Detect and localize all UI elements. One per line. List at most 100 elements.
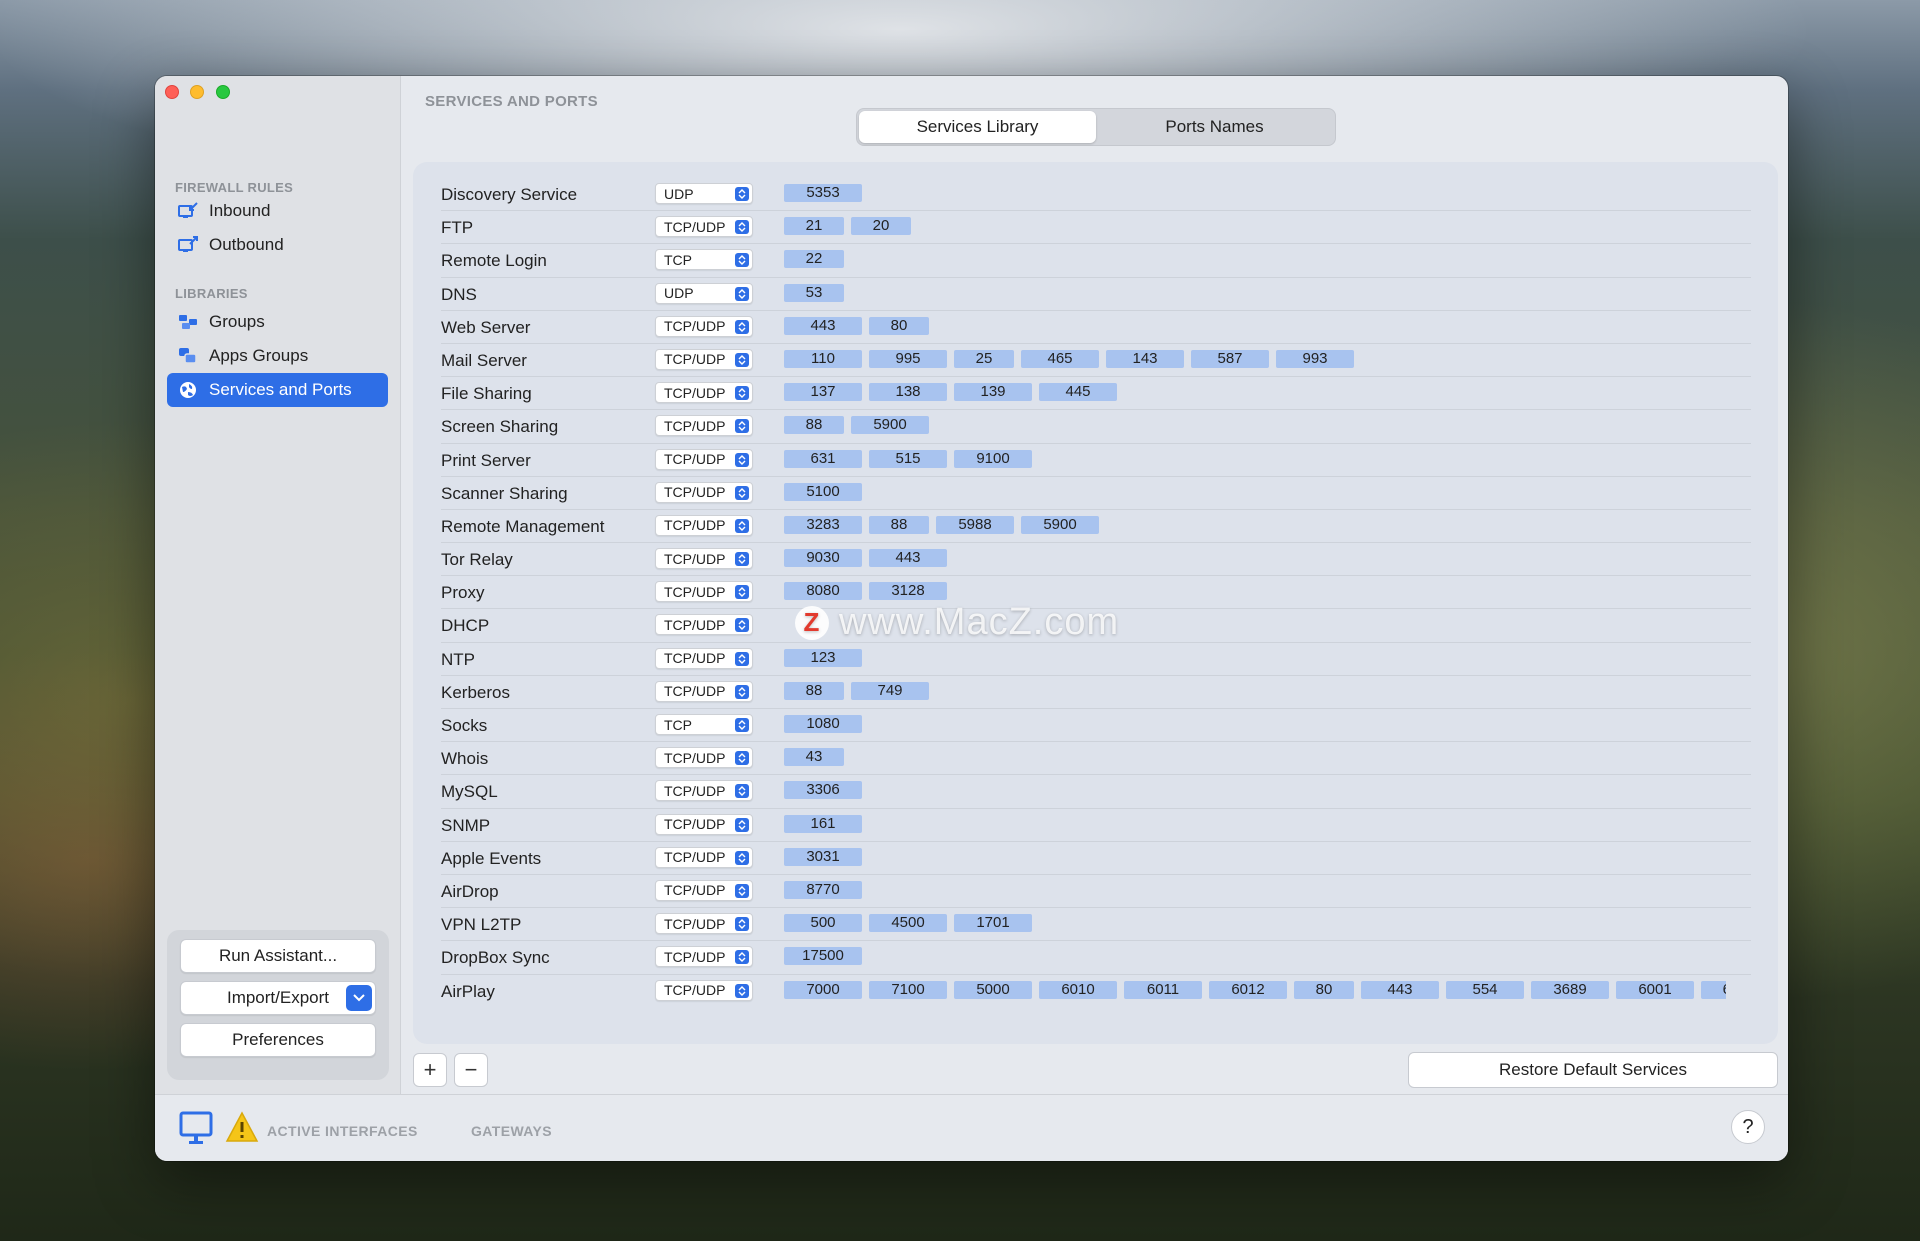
port-chip[interactable]: 17500 — [784, 947, 862, 966]
sidebar-item-services-and-ports[interactable]: Services and Ports — [167, 373, 388, 407]
table-row[interactable]: Discovery Service UDP 5353 — [441, 178, 1751, 212]
table-row[interactable]: Web Server TCP/UDP 443 80 — [441, 311, 1751, 344]
protocol-select[interactable]: TCP/UDP — [655, 548, 753, 570]
warning-icon[interactable] — [225, 1111, 259, 1148]
port-chip[interactable]: 554 — [1446, 980, 1524, 999]
table-row[interactable]: Remote Management TCP/UDP 3283 88 5988 5900 — [441, 510, 1751, 544]
port-chip[interactable]: 4500 — [869, 914, 947, 933]
port-chip[interactable]: 22 — [784, 250, 844, 269]
protocol-select[interactable]: TCP/UDP — [655, 747, 753, 769]
sidebar-item-apps-groups[interactable]: Apps Groups — [167, 339, 388, 373]
protocol-select[interactable]: UDP — [655, 183, 753, 204]
table-row[interactable]: Print Server TCP/UDP 631 515 9100 — [441, 444, 1751, 477]
port-chip[interactable]: 993 — [1276, 349, 1354, 368]
protocol-select[interactable]: TCP/UDP — [655, 813, 753, 835]
port-chip[interactable]: 3689 — [1531, 980, 1609, 999]
port-chip[interactable]: 161 — [784, 814, 862, 833]
port-chip[interactable]: 6010 — [1039, 980, 1117, 999]
port-chip[interactable]: 749 — [851, 681, 929, 700]
tab-ports-names[interactable]: Ports Names — [1096, 111, 1333, 143]
close-window-button[interactable] — [165, 85, 179, 99]
sidebar-item-outbound[interactable]: Outbound — [167, 228, 388, 262]
zoom-window-button[interactable] — [216, 85, 230, 99]
protocol-select[interactable]: TCP/UDP — [655, 415, 753, 437]
port-chip[interactable]: 443 — [869, 549, 947, 568]
port-chip[interactable]: 515 — [869, 449, 947, 468]
table-row[interactable]: SNMP TCP/UDP 161 — [441, 809, 1751, 842]
port-chip[interactable]: 88 — [784, 416, 844, 435]
protocol-select[interactable]: TCP/UDP — [655, 647, 753, 669]
table-row[interactable]: Mail Server TCP/UDP 110 995 25 465 143 587 993 — [441, 344, 1751, 378]
port-chip[interactable]: 5353 — [784, 184, 862, 202]
table-row[interactable]: FTP TCP/UDP 21 20 — [441, 211, 1751, 245]
table-row[interactable]: VPN L2TP TCP/UDP 500 4500 1701 — [441, 908, 1751, 942]
protocol-select[interactable]: TCP/UDP — [655, 614, 753, 636]
protocol-select[interactable]: TCP/UDP — [655, 382, 753, 404]
port-chip[interactable]: 6011 — [1124, 980, 1202, 999]
table-row[interactable]: Socks TCP 1080 — [441, 709, 1751, 743]
port-chip[interactable]: 7100 — [869, 980, 947, 999]
protocol-select[interactable]: TCP/UDP — [655, 913, 753, 935]
port-chip[interactable]: 21 — [784, 217, 844, 236]
protocol-select[interactable]: TCP/UDP — [655, 216, 753, 238]
port-chip[interactable]: 43 — [784, 748, 844, 767]
port-chip[interactable]: 1701 — [954, 914, 1032, 933]
port-chip[interactable]: 5000 — [954, 980, 1032, 999]
table-row[interactable]: NTP TCP/UDP 123 — [441, 643, 1751, 676]
protocol-select[interactable]: TCP/UDP — [655, 581, 753, 603]
port-chip[interactable]: 139 — [954, 383, 1032, 402]
port-chip[interactable]: 60 — [1701, 980, 1726, 999]
table-row[interactable]: Remote Login TCP 22 — [441, 244, 1751, 278]
port-chip[interactable]: 465 — [1021, 349, 1099, 368]
port-chip[interactable]: 110 — [784, 349, 862, 368]
port-chip[interactable]: 20 — [851, 217, 911, 236]
sidebar-item-inbound[interactable]: Inbound — [167, 194, 388, 228]
port-chip[interactable]: 3031 — [784, 847, 862, 866]
port-chip[interactable]: 1080 — [784, 715, 862, 733]
restore-default-services-button[interactable]: Restore Default Services — [1408, 1052, 1778, 1088]
minimize-window-button[interactable] — [190, 85, 204, 99]
protocol-select[interactable]: TCP/UDP — [655, 315, 753, 337]
table-row[interactable]: Apple Events TCP/UDP 3031 — [441, 842, 1751, 875]
port-chip[interactable]: 8080 — [784, 582, 862, 601]
port-chip[interactable]: 631 — [784, 449, 862, 468]
run-assistant-button[interactable]: Run Assistant... — [180, 939, 376, 973]
remove-service-button[interactable]: − — [454, 1053, 488, 1087]
protocol-select[interactable]: TCP/UDP — [655, 979, 753, 1001]
protocol-select[interactable]: TCP/UDP — [655, 680, 753, 702]
protocol-select[interactable]: TCP/UDP — [655, 879, 753, 901]
table-row[interactable]: Screen Sharing TCP/UDP 88 5900 — [441, 410, 1751, 444]
port-chip[interactable]: 3283 — [784, 515, 862, 534]
port-chip[interactable]: 3128 — [869, 582, 947, 601]
monitor-icon[interactable] — [179, 1111, 213, 1152]
table-row[interactable]: Scanner Sharing TCP/UDP 5100 — [441, 477, 1751, 510]
port-chip[interactable]: 9030 — [784, 549, 862, 568]
port-chip[interactable]: 137 — [784, 383, 862, 402]
port-chip[interactable]: 5900 — [1021, 515, 1099, 534]
table-row[interactable]: Kerberos TCP/UDP 88 749 — [441, 676, 1751, 709]
port-chip[interactable]: 138 — [869, 383, 947, 402]
table-row[interactable]: Tor Relay TCP/UDP 9030 443 — [441, 543, 1751, 577]
port-chip[interactable]: 587 — [1191, 349, 1269, 368]
port-chip[interactable]: 6001 — [1616, 980, 1694, 999]
table-row[interactable]: Whois TCP/UDP 43 — [441, 742, 1751, 776]
protocol-select[interactable]: TCP/UDP — [655, 780, 753, 802]
active-interfaces-label[interactable]: ACTIVE INTERFACES — [267, 1123, 418, 1139]
port-chip[interactable]: 8770 — [784, 880, 862, 899]
protocol-select[interactable]: TCP/UDP — [655, 514, 753, 536]
port-chip[interactable]: 53 — [784, 283, 844, 302]
port-chip[interactable]: 6012 — [1209, 980, 1287, 999]
protocol-select[interactable]: TCP — [655, 714, 753, 735]
table-row[interactable]: File Sharing TCP/UDP 137 138 139 445 — [441, 377, 1751, 411]
table-row[interactable]: AirDrop TCP/UDP 8770 — [441, 875, 1751, 909]
protocol-select[interactable]: TCP — [655, 249, 753, 271]
port-chip[interactable]: 88 — [869, 515, 929, 534]
port-chip[interactable]: 5988 — [936, 515, 1014, 534]
chevron-down-icon[interactable] — [346, 985, 372, 1011]
add-service-button[interactable]: + — [413, 1053, 447, 1087]
port-chip[interactable]: 7000 — [784, 980, 862, 999]
port-chip[interactable]: 88 — [784, 681, 844, 700]
table-row[interactable]: AirPlay TCP/UDP 7000 7100 5000 6010 6011 6012 80… — [441, 975, 1751, 1008]
gateways-label[interactable]: GATEWAYS — [471, 1123, 552, 1139]
port-chip[interactable]: 443 — [1361, 980, 1439, 999]
